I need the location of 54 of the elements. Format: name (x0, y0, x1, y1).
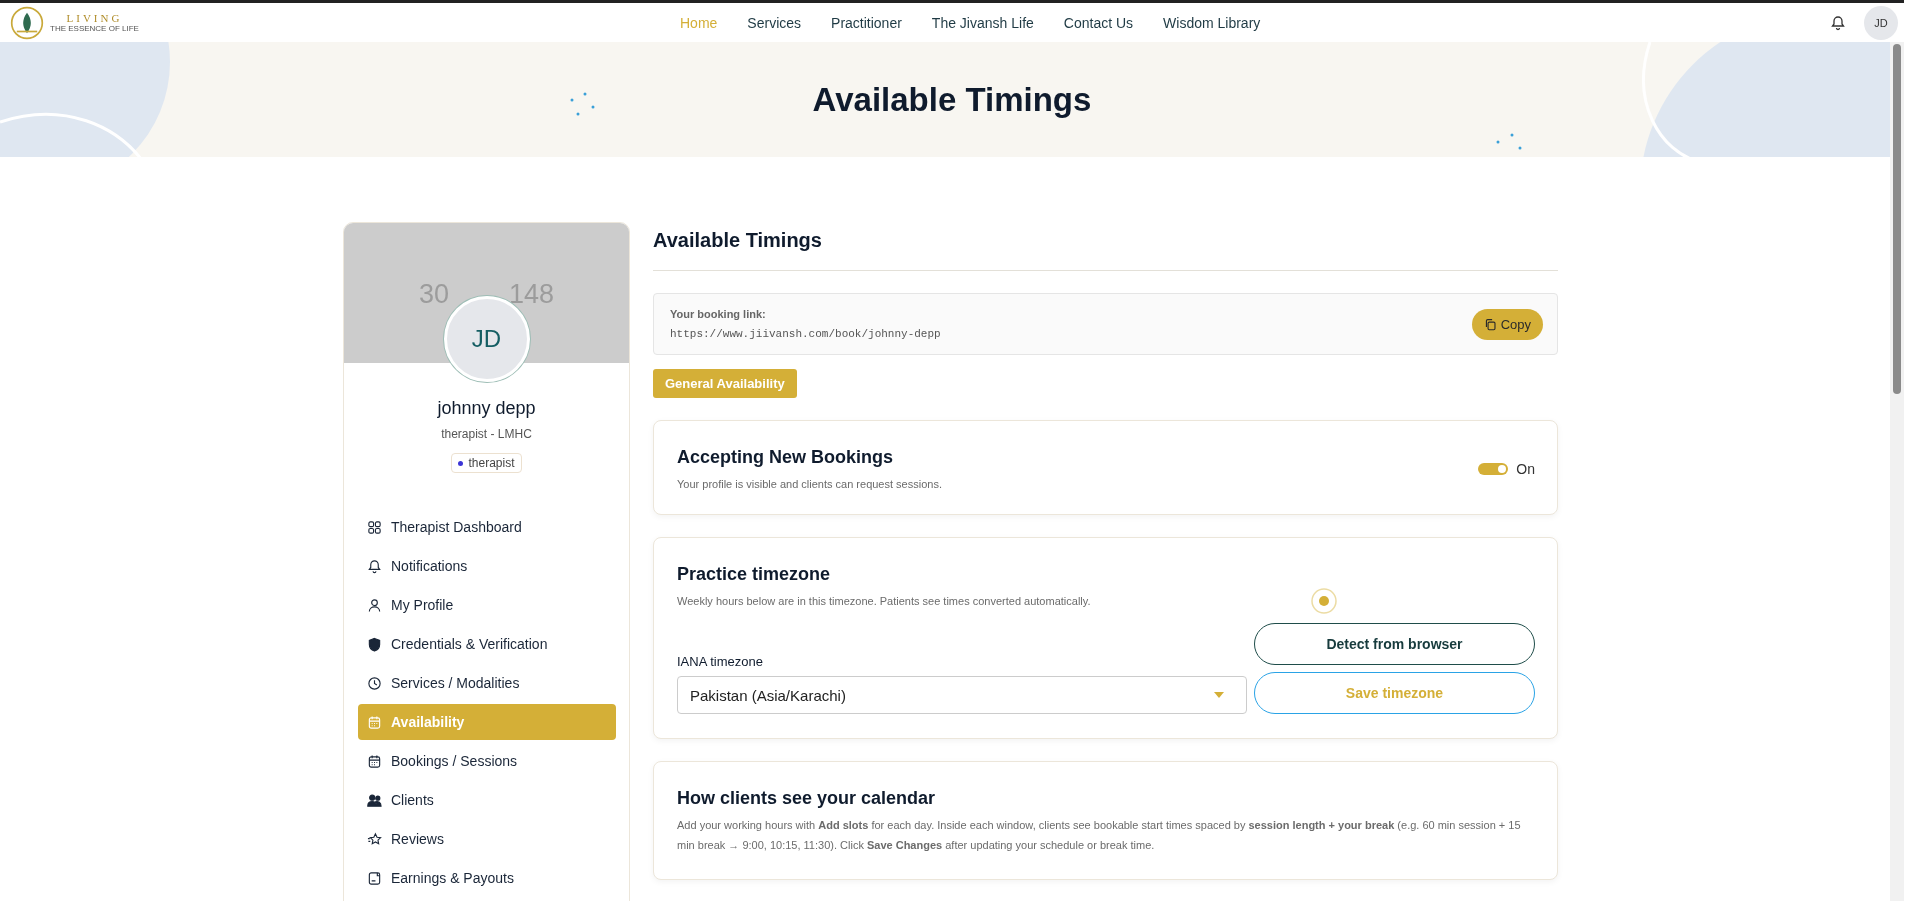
sidebar-item[interactable]: My Profile (358, 587, 616, 623)
status-dot-icon (458, 460, 464, 466)
detect-button[interactable]: Detect from browser (1254, 623, 1535, 665)
toggle-label: On (1516, 460, 1535, 477)
booking-link-url: https://www.jiivansh.com/book/johnny-depp (670, 328, 941, 340)
field-label: IANA timezone (677, 654, 764, 669)
person-icon (367, 597, 382, 613)
sidebar-item[interactable]: Reviews (358, 821, 616, 857)
card-description: Weekly hours below are in this timezone. Patients see times converted automatically. (677, 595, 1092, 607)
sidebar-item[interactable]: Clients (358, 782, 616, 818)
people-icon (367, 792, 382, 808)
bell-icon[interactable] (1830, 14, 1846, 31)
nav-link[interactable]: Contact Us (1063, 14, 1134, 31)
nav-link[interactable]: Wisdom Library (1163, 14, 1261, 31)
caret-icon (1214, 692, 1224, 698)
document-icon (367, 870, 382, 886)
profile-name: johnny depp (436, 398, 537, 419)
nav-link[interactable]: Services (747, 14, 802, 31)
scrollbar[interactable] (1890, 42, 1904, 901)
booking-link-label: Your booking link: (670, 308, 767, 320)
timezone-select[interactable]: Pakistan (Asia/Karachi) (677, 676, 1247, 714)
role-badge: therapist (451, 453, 522, 473)
card-title: How clients see your calendar (677, 788, 937, 809)
nav-link[interactable]: The Jivansh Life (931, 14, 1034, 31)
loading-icon (1311, 588, 1337, 614)
nav-link[interactable]: Practitioner (831, 14, 902, 31)
sidebar-item[interactable]: Notifications (358, 548, 616, 584)
logo-icon[interactable] (10, 5, 44, 40)
sidebar-item[interactable]: Therapist Dashboard (358, 509, 616, 545)
card-title: Practice timezone (677, 564, 832, 585)
card-description: Your profile is visible and clients can request sessions. (677, 478, 942, 490)
section-heading: Available Timings (653, 228, 823, 252)
copy-button[interactable]: Copy (1471, 308, 1543, 340)
clock-icon (367, 675, 382, 691)
toggle-switch[interactable] (1478, 462, 1509, 475)
sidebar-item[interactable]: Earnings & Payouts (358, 860, 616, 896)
card-title: Accepting New Bookings (677, 447, 895, 468)
copy-icon (1483, 317, 1497, 331)
logo-tagline: THE ESSENCE OF LIFE (50, 24, 139, 33)
logo-wordmark: LIVING (66, 12, 123, 24)
star-icon (367, 831, 382, 847)
card-description: Add your working hours with Add slots for each day. Inside each window, clients see bookable start times spaced by session length + your break (e.g. 60 min session + 15 min break → 9:00, 10:15, 11:30). Click Save Changes after updating your schedule or break time. (677, 818, 1522, 853)
page-title: Available Timings (812, 80, 1092, 119)
bell-icon (367, 558, 382, 574)
calendar-icon (367, 753, 382, 769)
grid-icon (367, 519, 382, 535)
shield-icon (367, 636, 382, 652)
sidebar-item[interactable]: Services / Modalities (358, 665, 616, 701)
sidebar-item[interactable]: Bookings / Sessions (358, 743, 616, 779)
profile-subtitle: therapist - LMHC (440, 427, 533, 441)
sidebar-item[interactable]: Credentials & Verification (358, 626, 616, 662)
user-avatar[interactable]: JD (1864, 5, 1898, 40)
profile-avatar: JD (443, 296, 530, 382)
calendar-icon (367, 714, 382, 730)
